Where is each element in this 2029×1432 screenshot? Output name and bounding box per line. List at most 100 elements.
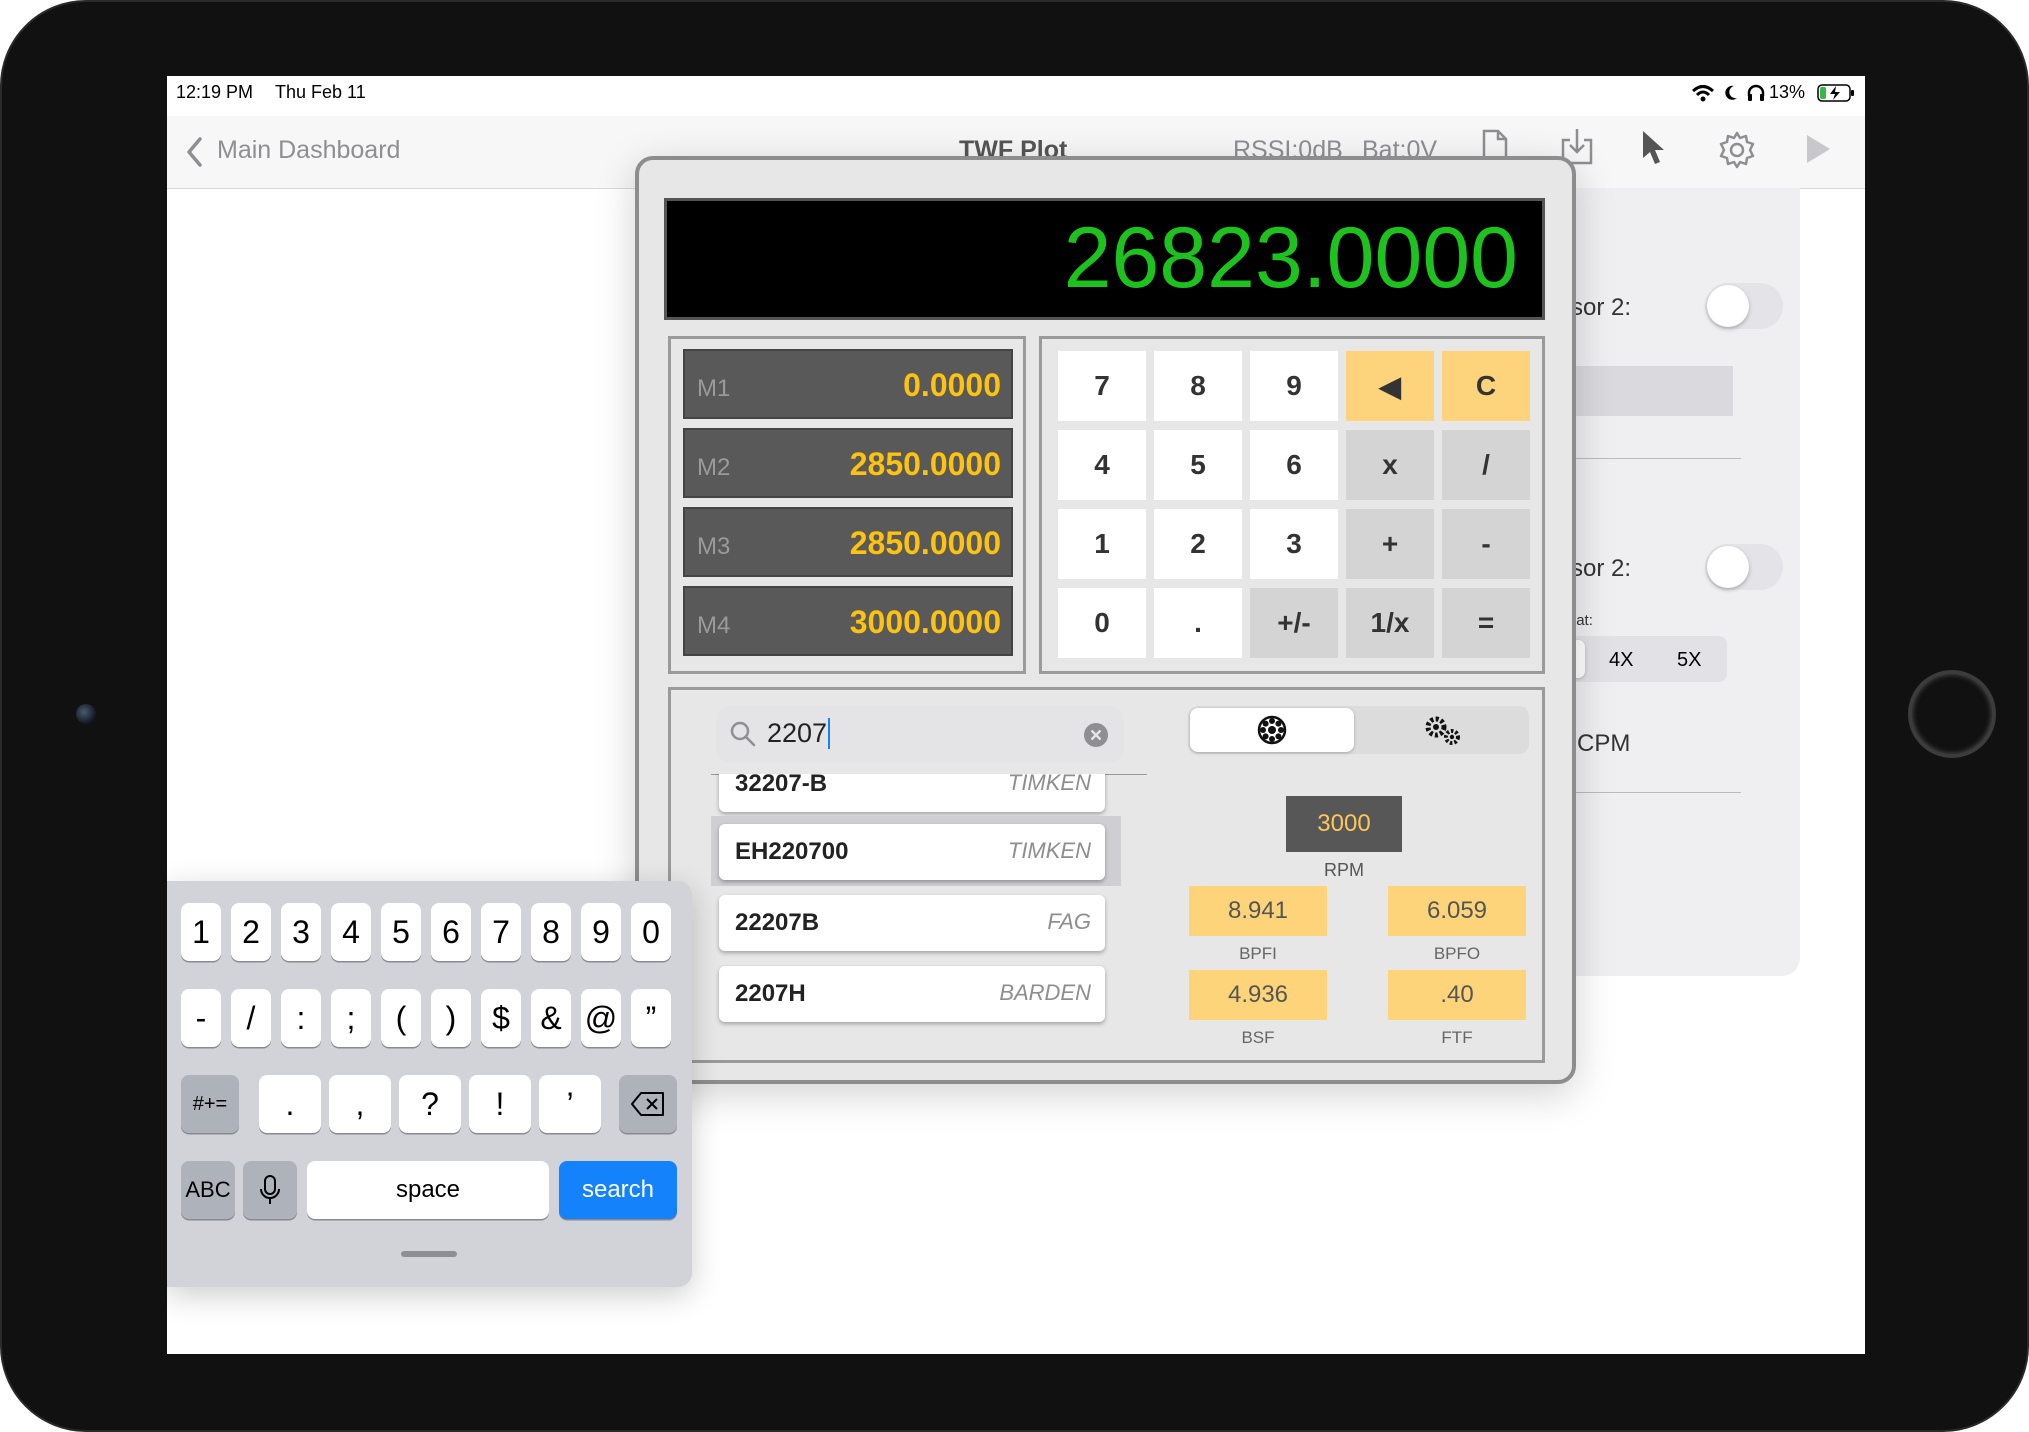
gear-icon[interactable]	[1717, 130, 1757, 170]
keyboard-key[interactable]: ,	[329, 1075, 391, 1133]
key-9[interactable]: 9	[1250, 351, 1338, 421]
keyboard-key[interactable]: 3	[281, 903, 321, 961]
key-4[interactable]: 4	[1058, 430, 1146, 500]
home-button[interactable]	[1908, 670, 1996, 758]
keyboard-key[interactable]: $	[481, 989, 521, 1047]
backspace-key[interactable]: ◀	[1346, 351, 1434, 421]
bpfi-value[interactable]: 8.941	[1189, 886, 1327, 936]
bearing-icon	[1257, 715, 1287, 745]
keyboard-key[interactable]: 8	[531, 903, 571, 961]
delete-key[interactable]	[619, 1075, 677, 1133]
memory-value: 3000.0000	[849, 604, 1001, 640]
add-key[interactable]: +	[1346, 509, 1434, 579]
memory-m2[interactable]: M2 2850.0000	[683, 428, 1013, 498]
keyboard-key[interactable]: 4	[331, 903, 371, 961]
cursor-pointer-icon[interactable]	[1639, 128, 1667, 168]
key-5[interactable]: 5	[1154, 430, 1242, 500]
keyboard-key[interactable]: ”	[631, 989, 671, 1047]
keyboard-key[interactable]: :	[281, 989, 321, 1047]
status-time: 12:19 PM	[176, 82, 254, 102]
key-1[interactable]: 1	[1058, 509, 1146, 579]
keyboard-key[interactable]: 6	[431, 903, 471, 961]
ftf-value[interactable]: .40	[1388, 970, 1526, 1020]
search-input[interactable]: 2207	[767, 718, 831, 749]
bearing-results-list: 32207-B TIMKEN EH220700 TIMKEN 22207B FA…	[711, 774, 1131, 1064]
cursor-toggle-switch[interactable]	[1705, 283, 1783, 329]
keyboard-key[interactable]: 2	[231, 903, 271, 961]
keyboard-key[interactable]: 7	[481, 903, 521, 961]
moon-icon	[1725, 85, 1737, 100]
multiply-key[interactable]: x	[1346, 430, 1434, 500]
reciprocal-key[interactable]: 1/x	[1346, 588, 1434, 658]
zoom-option-5x[interactable]: 5X	[1677, 649, 1701, 672]
clear-key[interactable]: C	[1442, 351, 1530, 421]
keyboard-key[interactable]: 0	[631, 903, 671, 961]
search-key[interactable]: search	[559, 1161, 677, 1219]
back-button[interactable]: Main Dashboard	[217, 136, 400, 165]
key-3[interactable]: 3	[1250, 509, 1338, 579]
bpfo-value[interactable]: 6.059	[1388, 886, 1526, 936]
keyboard-key[interactable]: ?	[399, 1075, 461, 1133]
keyboard-key[interactable]: )	[431, 989, 471, 1047]
status-icons: 13%	[1691, 82, 1859, 104]
chevron-left-icon[interactable]	[185, 136, 203, 168]
equals-key[interactable]: =	[1442, 588, 1530, 658]
memory-panel: M1 0.0000 M2 2850.0000 M3 2850.0000 M4 3…	[668, 336, 1026, 674]
zoom-option-4x[interactable]: 4X	[1609, 649, 1633, 672]
keyboard-key[interactable]: /	[231, 989, 271, 1047]
floating-keyboard: 1 2 3 4 5 6 7 8 9 0 - / : ; ( ) $ & @ ” …	[167, 881, 692, 1287]
wifi-icon	[1691, 85, 1715, 102]
keyboard-key[interactable]: !	[469, 1075, 531, 1133]
keyboard-key[interactable]: -	[181, 989, 221, 1047]
keyboard-key[interactable]: &	[531, 989, 571, 1047]
bearing-brand: TIMKEN	[1007, 774, 1091, 795]
list-item[interactable]: 2207H BARDEN	[719, 966, 1105, 1022]
list-item[interactable]: 32207-B TIMKEN	[719, 774, 1105, 812]
key-2[interactable]: 2	[1154, 509, 1242, 579]
display-value: 26823.0000	[1063, 210, 1518, 306]
bearing-search-field[interactable]: 2207	[717, 706, 1123, 762]
memory-m4[interactable]: M4 3000.0000	[683, 586, 1013, 656]
list-item[interactable]: EH220700 TIMKEN	[719, 824, 1105, 880]
bpfi-label: BPFI	[1239, 944, 1277, 963]
keyboard-key[interactable]: ’	[539, 1075, 601, 1133]
bearing-calculator: 26823.0000 M1 0.0000 M2 2850.0000 M3 285…	[635, 156, 1576, 1084]
divide-key[interactable]: /	[1442, 430, 1530, 500]
keyboard-key[interactable]: @	[581, 989, 621, 1047]
key-7[interactable]: 7	[1058, 351, 1146, 421]
cursor-toggle-switch-2[interactable]	[1705, 544, 1783, 590]
space-key[interactable]: space	[307, 1161, 549, 1219]
microphone-icon	[260, 1175, 280, 1204]
memory-label: M3	[697, 533, 731, 560]
clear-search-icon[interactable]	[1083, 722, 1109, 748]
bearing-name: 2207H	[735, 980, 806, 1007]
ftf-label: FTF	[1441, 1028, 1473, 1047]
decimal-key[interactable]: .	[1154, 588, 1242, 658]
memory-m1[interactable]: M1 0.0000	[683, 349, 1013, 419]
subtract-key[interactable]: -	[1442, 509, 1530, 579]
key-6[interactable]: 6	[1250, 430, 1338, 500]
microphone-key[interactable]	[243, 1161, 297, 1219]
keyboard-key[interactable]: 5	[381, 903, 421, 961]
key-0[interactable]: 0	[1058, 588, 1146, 658]
calculator-display: 26823.0000	[664, 198, 1545, 320]
memory-m3[interactable]: M3 2850.0000	[683, 507, 1013, 577]
key-8[interactable]: 8	[1154, 351, 1242, 421]
keyboard-key[interactable]: .	[259, 1075, 321, 1133]
play-icon[interactable]	[1803, 132, 1833, 166]
keyboard-key[interactable]: 1	[181, 903, 221, 961]
bearing-mode-tab[interactable]	[1190, 708, 1354, 752]
bsf-value[interactable]: 4.936	[1189, 970, 1327, 1020]
keyboard-key[interactable]: ;	[331, 989, 371, 1047]
rpm-value[interactable]: 3000	[1286, 796, 1402, 852]
abc-key[interactable]: ABC	[181, 1161, 235, 1219]
camera-icon	[76, 704, 96, 724]
gears-mode-tab[interactable]	[1360, 708, 1526, 752]
battery-percent: 13%	[1769, 82, 1806, 102]
keyboard-key[interactable]: 9	[581, 903, 621, 961]
negate-key[interactable]: +/-	[1250, 588, 1338, 658]
keyboard-drag-handle[interactable]	[401, 1251, 457, 1257]
list-item[interactable]: 22207B FAG	[719, 895, 1105, 951]
symbols-key[interactable]: #+=	[181, 1075, 239, 1133]
keyboard-key[interactable]: (	[381, 989, 421, 1047]
